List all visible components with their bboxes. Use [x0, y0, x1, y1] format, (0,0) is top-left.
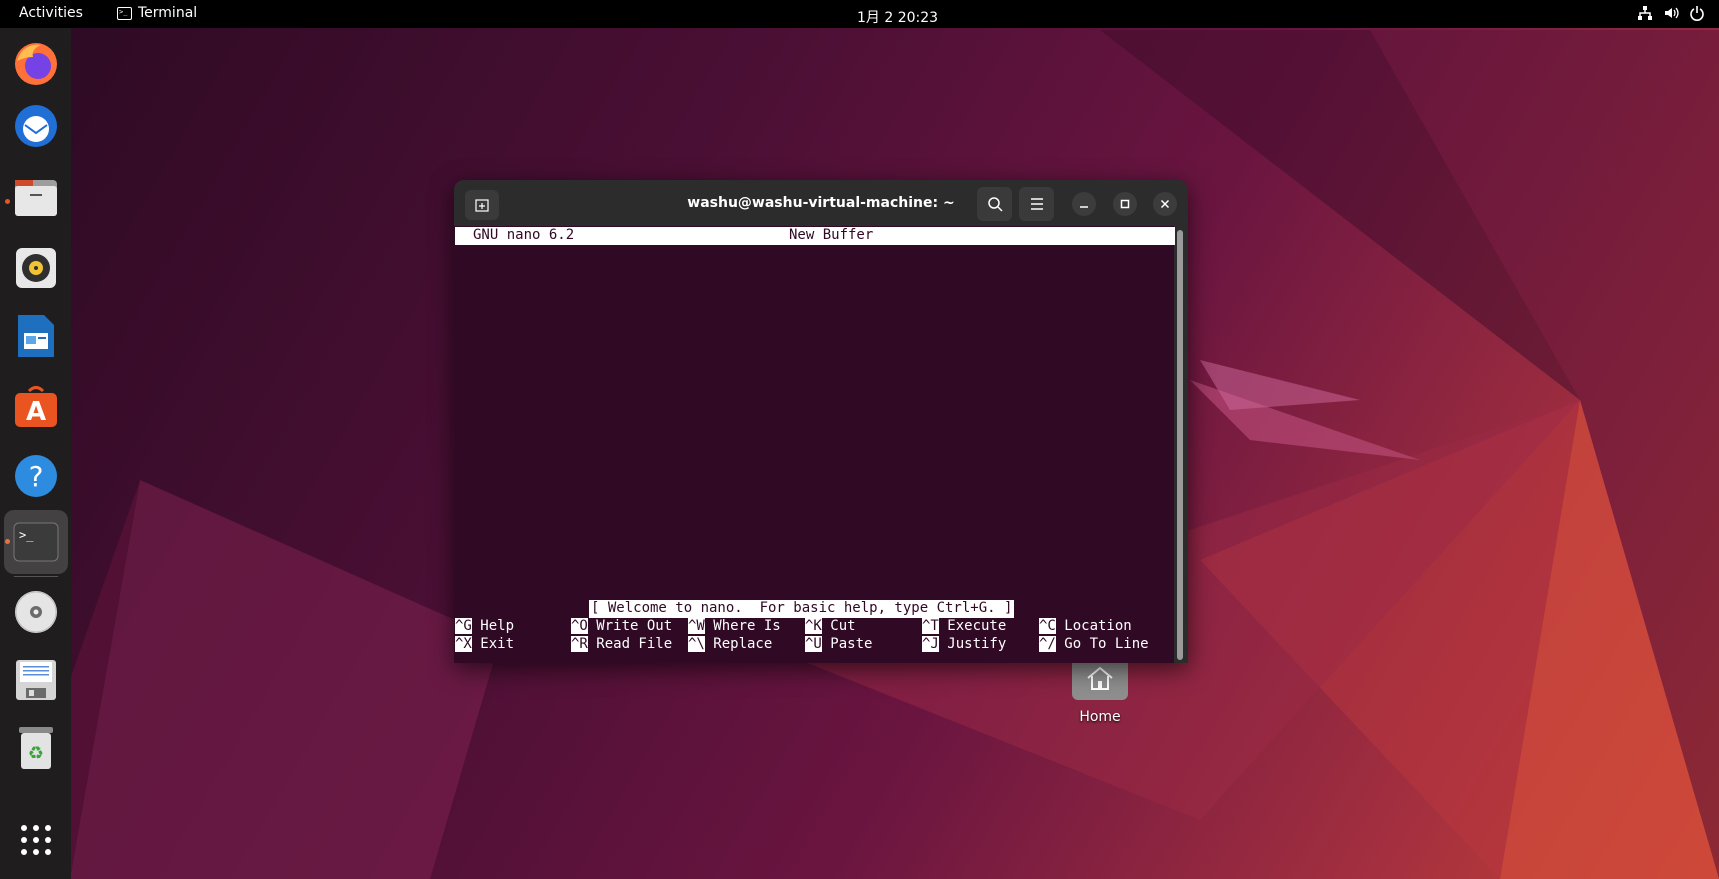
trash-icon[interactable]: ♻	[10, 722, 62, 774]
shortcut-paste: ^U Paste	[805, 636, 873, 652]
hamburger-menu-button[interactable]	[1019, 187, 1054, 221]
firefox-icon[interactable]	[10, 38, 62, 90]
floppy-drive-icon[interactable]	[10, 654, 62, 706]
nano-version: GNU nano 6.2	[473, 227, 575, 243]
app-menu-button[interactable]: >_ Terminal	[117, 5, 197, 21]
shortcut-help: ^G Help	[455, 618, 515, 634]
terminal-scrollbar[interactable]	[1177, 230, 1183, 660]
shortcut-execute: ^T Execute	[922, 618, 1007, 634]
nano-status-message: [ Welcome to nano. For basic help, type …	[589, 600, 1015, 618]
files-icon[interactable]	[10, 172, 62, 224]
shortcut-read-file: ^R Read File	[571, 636, 673, 652]
top-bar: Activities >_ Terminal 1月 2 20:23	[0, 0, 1719, 28]
search-button[interactable]	[977, 187, 1012, 221]
maximize-button[interactable]	[1113, 192, 1137, 216]
app-menu-label: Terminal	[138, 5, 198, 21]
shortcut-write-out: ^O Write Out	[571, 618, 673, 634]
close-icon	[1160, 199, 1170, 209]
svg-text:?: ?	[29, 460, 44, 493]
shortcut-go-to-line: ^/ Go To Line	[1039, 636, 1149, 652]
terminal-content[interactable]: GNU nano 6.2 New Buffer [ Welcome to nan…	[454, 226, 1175, 663]
shortcut-where-is: ^W Where Is	[688, 618, 781, 634]
home-label: Home	[1079, 709, 1121, 725]
software-center-icon[interactable]: A	[10, 380, 62, 432]
shortcut-justify: ^J Justify	[922, 636, 1007, 652]
terminal-header-bar[interactable]: washu@washu-virtual-machine: ~	[454, 180, 1188, 226]
nano-title-bar: GNU nano 6.2 New Buffer	[455, 227, 1175, 245]
svg-text:>_: >_	[19, 528, 34, 542]
dock: A ? >_ ♻	[0, 28, 71, 879]
minimize-button[interactable]	[1072, 192, 1096, 216]
show-apps-icon[interactable]	[10, 814, 62, 866]
svg-text:A: A	[26, 397, 46, 427]
hamburger-icon	[1030, 198, 1043, 210]
system-tray[interactable]	[1637, 5, 1705, 21]
desktop-home-icon[interactable]: Home	[1060, 656, 1140, 725]
network-icon[interactable]	[1637, 5, 1653, 21]
activities-button[interactable]: Activities	[19, 5, 83, 21]
shortcut-location: ^C Location	[1039, 618, 1132, 634]
shortcut-exit: ^X Exit	[455, 636, 515, 652]
search-icon	[987, 197, 1003, 212]
close-button[interactable]	[1153, 192, 1177, 216]
help-icon[interactable]: ?	[10, 450, 62, 502]
volume-icon[interactable]	[1663, 5, 1679, 21]
rhythmbox-icon[interactable]	[10, 242, 62, 294]
shortcut-replace: ^\ Replace	[688, 636, 773, 652]
thunderbird-icon[interactable]	[10, 100, 62, 152]
clock[interactable]: 1月 2 20:23	[857, 7, 938, 27]
power-icon[interactable]	[1689, 5, 1705, 21]
terminal-window[interactable]: washu@washu-virtual-machine: ~ GNU nano …	[454, 180, 1188, 663]
dock-separator	[14, 576, 58, 577]
nano-buffer-name: New Buffer	[789, 227, 874, 243]
dvd-drive-icon[interactable]	[10, 586, 62, 638]
minimize-icon	[1080, 206, 1088, 208]
terminal-small-icon: >_	[117, 6, 132, 20]
libreoffice-writer-icon[interactable]	[10, 310, 62, 362]
maximize-icon	[1120, 199, 1130, 209]
shortcut-cut: ^K Cut	[805, 618, 856, 634]
terminal-icon[interactable]: >_	[4, 510, 68, 574]
svg-text:♻: ♻	[28, 743, 44, 764]
